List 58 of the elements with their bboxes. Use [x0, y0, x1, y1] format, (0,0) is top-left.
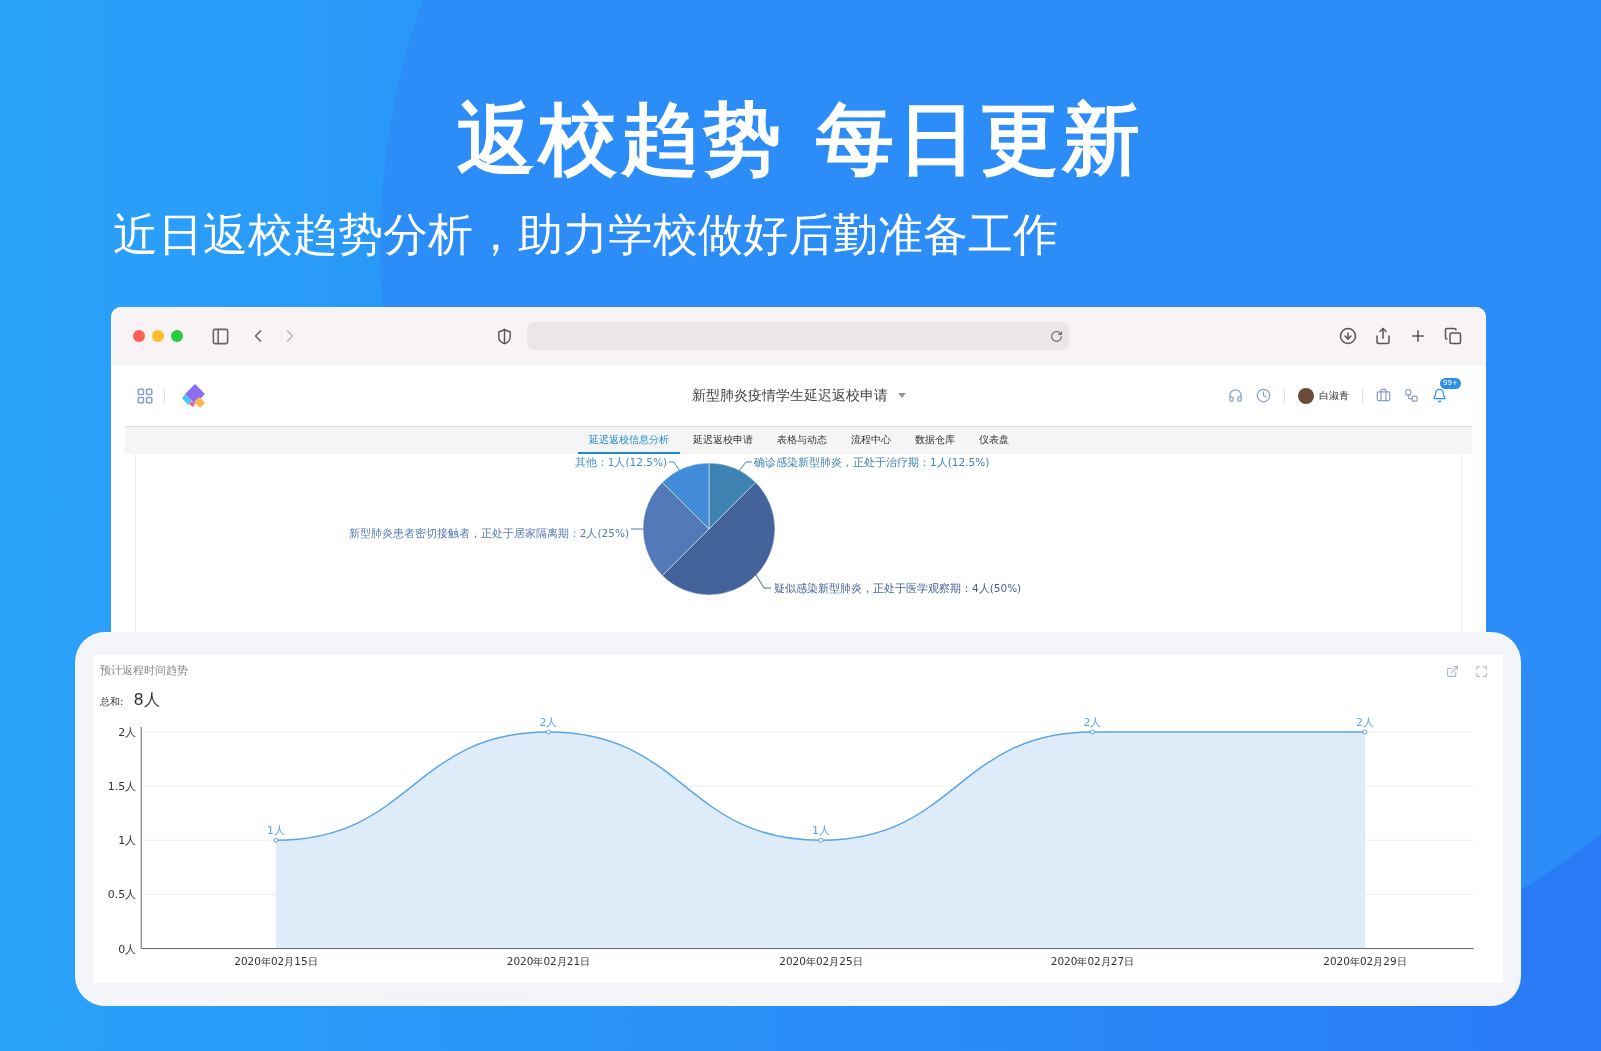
reload-icon[interactable]: [1050, 329, 1063, 343]
headset-icon[interactable]: [1228, 388, 1243, 403]
briefcase-icon[interactable]: [1376, 388, 1391, 403]
nav-tab[interactable]: 延迟返校信息分析: [577, 426, 680, 454]
user-name[interactable]: 白淑青: [1319, 388, 1349, 403]
y-tick-label: 2人: [118, 725, 137, 739]
point-label: 1人: [811, 823, 830, 837]
point-label: 2人: [1083, 715, 1102, 729]
x-tick-label: 2020年02月15日: [234, 954, 318, 967]
nav-tab[interactable]: 表格与动态: [765, 426, 838, 454]
slice-label: 新型肺炎患者密切接触者，正处于居家隔离期：2人(25%): [348, 527, 629, 539]
caret-icon[interactable]: [897, 393, 906, 398]
y-tick-label: 1.5人: [107, 779, 137, 793]
shield-icon[interactable]: [496, 327, 513, 345]
tabs-icon[interactable]: [1444, 327, 1462, 345]
share-icon[interactable]: [1374, 327, 1392, 345]
y-tick-label: 1人: [118, 833, 137, 847]
nav-tab[interactable]: 数据仓库: [903, 426, 966, 454]
address-field[interactable]: [527, 322, 1069, 350]
open-icon[interactable]: [1446, 664, 1459, 678]
x-tick-label: 2020年02月25日: [779, 954, 863, 967]
leader-line: [668, 461, 681, 474]
nav-tab[interactable]: 仪表盘: [967, 426, 1020, 454]
new-tab-icon[interactable]: [1409, 327, 1427, 345]
total-label: 总和:: [100, 694, 124, 709]
nav-tab[interactable]: 流程中心: [839, 426, 902, 454]
avatar[interactable]: [1298, 387, 1314, 404]
headline: 返校趋势 每日更新: [455, 100, 1146, 178]
apps-icon[interactable]: [136, 386, 154, 405]
data-point: [1362, 728, 1368, 734]
data-point: [273, 837, 279, 843]
workflow-icon[interactable]: [1404, 388, 1419, 403]
nav-tab[interactable]: 延迟返校申请: [681, 426, 764, 454]
x-tick-label: 2020年02月29日: [1323, 954, 1407, 967]
y-tick-label: 0人: [118, 942, 137, 956]
slice-label: 其他：1人(12.5%): [574, 456, 667, 468]
slice-label: 疑似感染新型肺炎，正处于医学观察期：4人(50%): [773, 582, 1021, 594]
leader-line: [755, 574, 771, 589]
x-tick-label: 2020年02月27日: [1050, 954, 1135, 967]
subtitle: 近日返校趋势分析，助力学校做好后勤准备工作: [113, 212, 1059, 257]
sidebar-icon[interactable]: [211, 326, 230, 346]
data-point: [1089, 728, 1095, 734]
clock-icon[interactable]: [1256, 388, 1271, 403]
point-label: 2人: [539, 715, 558, 729]
point-label: 1人: [266, 823, 285, 837]
y-tick-label: 0.5人: [107, 887, 137, 901]
download-icon[interactable]: [1339, 327, 1357, 345]
point-label: 2人: [1355, 715, 1374, 729]
leader-line: [630, 528, 643, 530]
x-tick-label: 2020年02月21日: [506, 954, 591, 967]
total-value: 8人: [133, 688, 160, 711]
slice-label: 确诊感染新型肺炎，正处于治疗期：1人(12.5%): [753, 456, 989, 468]
data-point: [545, 728, 551, 734]
data-point: [818, 837, 824, 843]
panel-title: 预计返程时间趋势: [100, 663, 188, 679]
bell-icon[interactable]: [1432, 388, 1447, 403]
app-title: 新型肺炎疫情学生延迟返校申请: [691, 386, 888, 405]
fullscreen-icon[interactable]: [1475, 664, 1488, 678]
